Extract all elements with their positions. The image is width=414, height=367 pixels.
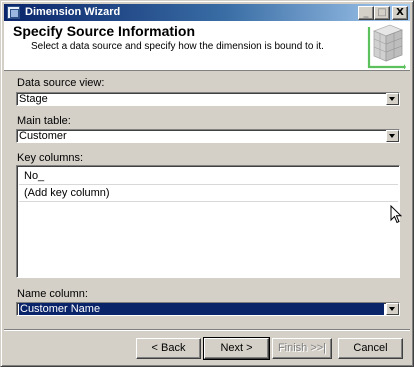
window-title: Dimension Wizard: [25, 6, 121, 18]
maximize-button[interactable]: □: [374, 6, 390, 20]
data-source-view-combo[interactable]: Stage: [16, 92, 400, 106]
close-button[interactable]: X: [392, 6, 408, 20]
dimension-wizard-window: Dimension Wizard _ □ X Specify Source In…: [0, 0, 414, 367]
page-subtitle: Select a data source and specify how the…: [31, 41, 324, 52]
add-key-column-row[interactable]: (Add key column): [19, 185, 398, 202]
key-columns-label: Key columns:: [17, 152, 84, 164]
app-icon: [7, 6, 20, 19]
main-table-combo[interactable]: Customer: [16, 129, 400, 143]
name-column-value: Customer Name: [19, 303, 384, 315]
add-key-column-cell: (Add key column): [24, 187, 110, 199]
title-bar[interactable]: Dimension Wizard _ □ X: [4, 4, 410, 21]
minimize-button[interactable]: _: [358, 6, 374, 20]
main-table-value: Customer: [19, 130, 67, 142]
key-column-cell: No_: [24, 170, 45, 182]
data-source-view-value: Stage: [19, 93, 48, 105]
wizard-header: Specify Source Information Select a data…: [4, 21, 410, 71]
back-button[interactable]: < Back: [136, 338, 201, 359]
name-column-combo[interactable]: Customer Name: [16, 302, 400, 316]
page-title: Specify Source Information: [13, 23, 196, 39]
next-button[interactable]: Next >: [203, 337, 270, 360]
data-source-view-label: Data source view:: [17, 77, 105, 89]
main-table-label: Main table:: [17, 115, 71, 127]
separator: [4, 329, 410, 331]
finish-button[interactable]: Finish >>|: [272, 338, 332, 359]
key-columns-grid[interactable]: No_ (Add key column): [16, 165, 400, 278]
key-column-row[interactable]: No_: [19, 168, 398, 185]
mouse-cursor-icon: [390, 205, 402, 224]
chevron-down-icon[interactable]: [386, 303, 399, 315]
cancel-button[interactable]: Cancel: [338, 338, 403, 359]
wizard-cube-icon: [367, 24, 406, 69]
name-column-label: Name column:: [17, 288, 88, 300]
chevron-down-icon[interactable]: [386, 130, 399, 142]
chevron-down-icon[interactable]: [386, 93, 399, 105]
